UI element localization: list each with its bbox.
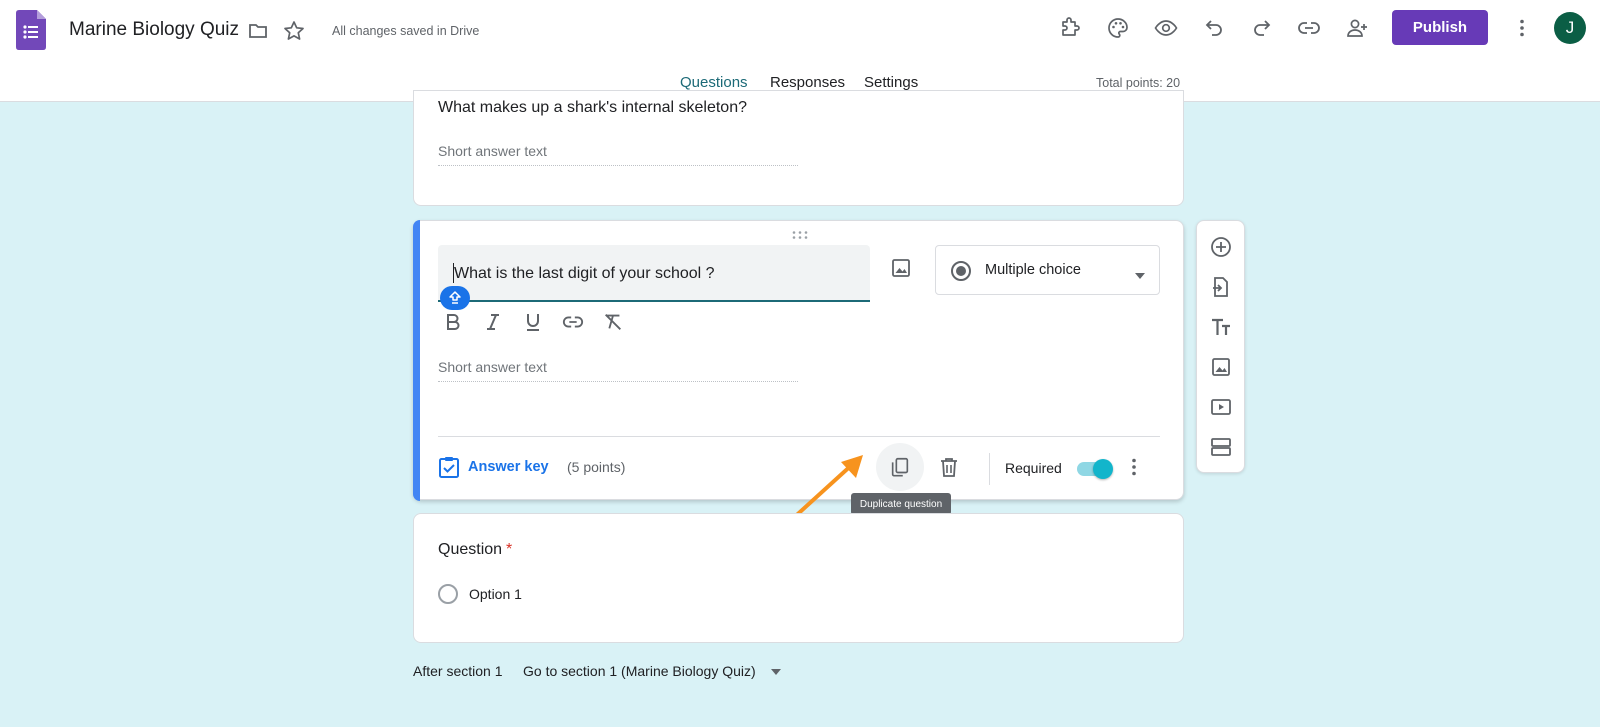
save-status: All changes saved in Drive [332,24,480,38]
upload-icon[interactable] [440,286,470,310]
add-image-icon[interactable] [889,256,913,280]
add-video-icon[interactable] [1209,395,1233,419]
question-title-input[interactable]: What is the last digit of your school ? [438,245,870,302]
doc-title[interactable]: Marine Biology Quiz [69,19,239,41]
addon-icon[interactable] [1058,16,1082,40]
section-navigation-value: Go to section 1 (Marine Biology Quiz) [523,663,756,679]
question-title[interactable]: What makes up a shark's internal skeleto… [438,99,747,117]
chevron-down-icon [770,663,782,679]
required-toggle[interactable] [1075,459,1113,479]
question-type-dropdown[interactable]: Multiple choice [935,245,1160,295]
total-points: Total points: 20 [1096,76,1181,90]
assignment-check-icon [439,457,459,478]
publish-button[interactable]: Publish [1392,10,1488,45]
more-vert-icon[interactable] [1510,16,1534,40]
link-icon[interactable] [1297,16,1321,40]
question-title-text: What is the last digit of your school ? [454,265,715,282]
question-card-1[interactable]: What makes up a shark's internal skeleto… [413,90,1184,206]
option-label[interactable]: Option 1 [469,586,522,602]
card-footer-divider [438,436,1160,437]
section-navigation-dropdown[interactable]: Go to section 1 (Marine Biology Quiz) [523,663,782,679]
short-answer-placeholder: Short answer text [438,359,547,375]
after-section-label: After section 1 [413,663,503,679]
add-question-icon[interactable] [1209,235,1233,259]
add-title-icon[interactable] [1209,315,1233,339]
drag-handle-icon[interactable] [791,227,809,239]
add-image-icon[interactable] [1209,355,1233,379]
footer-divider [989,453,990,485]
forms-logo-icon[interactable] [16,10,46,50]
avatar[interactable]: J [1554,12,1586,44]
points-value: (5 points) [567,459,626,475]
short-answer-placeholder: Short answer text [438,143,547,159]
star-icon[interactable] [282,19,306,43]
add-collaborator-icon[interactable] [1345,16,1369,40]
header-bar: Marine Biology Quiz All changes saved in… [0,0,1600,102]
more-options-icon[interactable] [1122,455,1146,479]
tab-questions[interactable]: Questions [680,74,748,91]
bold-icon[interactable] [441,310,465,334]
underline-icon[interactable] [521,310,545,334]
import-questions-icon[interactable] [1209,275,1233,299]
question-type-label: Multiple choice [985,262,1081,278]
answer-key-label: Answer key [468,459,549,475]
trash-icon [941,458,957,477]
chevron-down-icon [1134,267,1146,285]
link-icon[interactable] [561,310,585,334]
palette-icon[interactable] [1106,16,1130,40]
delete-button[interactable] [937,455,961,479]
answer-underline [438,381,798,382]
redo-icon[interactable] [1250,16,1274,40]
clear-formatting-icon[interactable] [601,310,625,334]
tab-settings[interactable]: Settings [864,74,918,91]
active-card-indicator [413,220,420,501]
radio-button-icon [950,260,972,287]
option-radio[interactable] [438,584,458,604]
add-section-icon[interactable] [1209,435,1233,459]
duplicate-button[interactable] [876,443,924,491]
preview-icon[interactable] [1154,16,1178,40]
side-toolbar [1196,220,1245,473]
undo-icon[interactable] [1202,16,1226,40]
question-card-3[interactable]: Question * Option 1 [413,513,1184,643]
tab-responses[interactable]: Responses [770,74,845,91]
answer-key-button[interactable]: Answer key [438,455,549,479]
folder-icon[interactable] [246,19,270,43]
answer-underline [438,165,798,166]
toggle-knob [1093,459,1113,479]
italic-icon[interactable] [481,310,505,334]
question-title[interactable]: Question * [438,541,512,559]
question-title-text: Question [438,541,503,558]
copy-icon [891,457,909,477]
required-marker: * [506,541,513,558]
required-label: Required [1005,460,1062,476]
